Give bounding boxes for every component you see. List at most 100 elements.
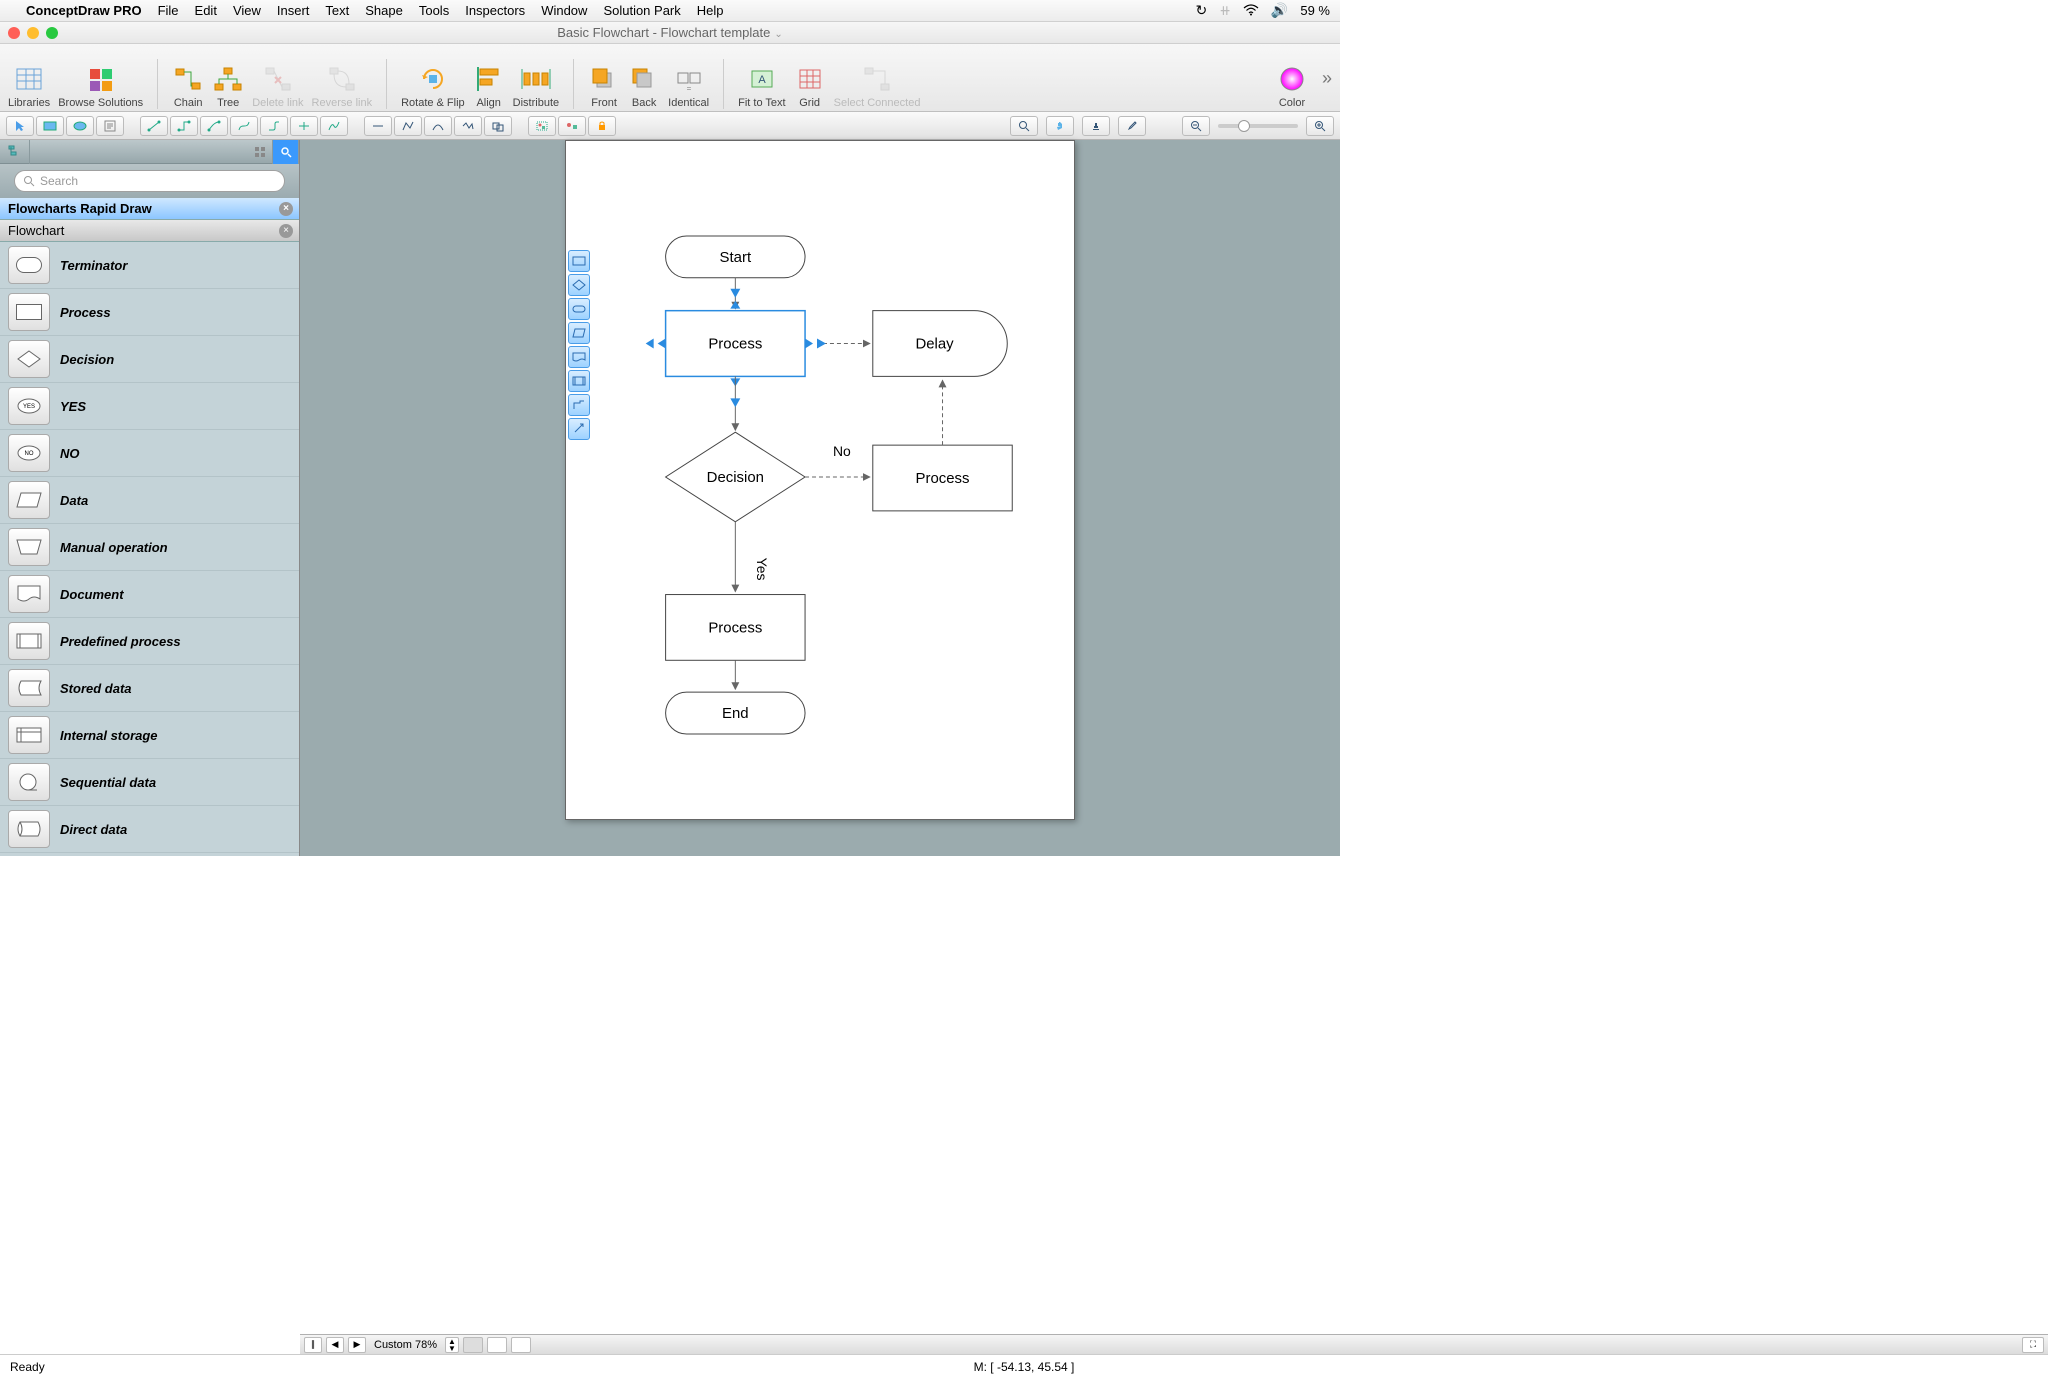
connector-spline[interactable] xyxy=(320,116,348,136)
maximize-button[interactable] xyxy=(46,27,58,39)
timemachine-icon[interactable]: ↻ xyxy=(1195,2,1207,19)
zoom-in-button[interactable] xyxy=(1306,116,1334,136)
grid-button[interactable]: Grid xyxy=(794,63,826,109)
rapiddraw-predefined[interactable] xyxy=(568,370,590,392)
reverse-link-button[interactable]: Reverse link xyxy=(312,63,373,109)
rotate-flip-button[interactable]: Rotate & Flip xyxy=(401,63,465,109)
nav-next[interactable]: ▶ xyxy=(348,1337,366,1353)
zoom-out-button[interactable] xyxy=(1182,116,1210,136)
toolbar-overflow-button[interactable]: » xyxy=(1322,68,1332,89)
zoom-level[interactable]: Custom 78% xyxy=(374,1339,437,1351)
connector-smart[interactable] xyxy=(170,116,198,136)
shape-item[interactable]: Data xyxy=(0,477,299,524)
zoom-tool[interactable] xyxy=(1010,116,1038,136)
line-tool[interactable] xyxy=(364,116,392,136)
zoom-slider[interactable] xyxy=(1218,124,1298,128)
polyline-tool[interactable] xyxy=(394,116,422,136)
pointer-tool[interactable] xyxy=(6,116,34,136)
page-tab-2[interactable] xyxy=(487,1337,507,1353)
text-tool[interactable] xyxy=(96,116,124,136)
color-button[interactable]: Color xyxy=(1276,63,1308,109)
stamp-tool[interactable] xyxy=(1082,116,1110,136)
group-tool[interactable] xyxy=(528,116,556,136)
identical-button[interactable]: = Identical xyxy=(668,63,709,109)
back-button[interactable]: Back xyxy=(628,63,660,109)
menu-inspectors[interactable]: Inspectors xyxy=(465,3,525,18)
connector-multi[interactable] xyxy=(290,116,318,136)
sidebar-search-tab[interactable] xyxy=(273,140,299,164)
menu-shape[interactable]: Shape xyxy=(365,3,403,18)
shape-item[interactable]: Sequential data xyxy=(0,759,299,806)
page-tab-1[interactable] xyxy=(463,1337,483,1353)
menu-tools[interactable]: Tools xyxy=(419,3,449,18)
page[interactable]: Start Process Delay xyxy=(565,140,1075,820)
sidebar-view-grid[interactable] xyxy=(247,140,273,164)
rapiddraw-decision[interactable] xyxy=(568,274,590,296)
shape-item[interactable]: Direct data xyxy=(0,806,299,853)
rapiddraw-document[interactable] xyxy=(568,346,590,368)
connector-round[interactable] xyxy=(260,116,288,136)
connector-arc[interactable] xyxy=(200,116,228,136)
distribute-button[interactable]: Distribute xyxy=(513,63,559,109)
shape-item[interactable]: Internal storage xyxy=(0,712,299,759)
ungroup-tool[interactable] xyxy=(558,116,586,136)
menu-window[interactable]: Window xyxy=(541,3,587,18)
browse-solutions-button[interactable]: Browse Solutions xyxy=(58,63,143,109)
delete-link-button[interactable]: Delete link xyxy=(252,63,303,109)
rapiddraw-arrow[interactable] xyxy=(568,418,590,440)
library-header-rapid-draw[interactable]: Flowcharts Rapid Draw × xyxy=(0,198,299,220)
rapiddraw-process[interactable] xyxy=(568,250,590,272)
rectangle-tool[interactable] xyxy=(36,116,64,136)
shape-combine-tool[interactable] xyxy=(484,116,512,136)
pan-tool[interactable] xyxy=(1046,116,1074,136)
canvas-area[interactable]: Start Process Delay xyxy=(300,140,1340,856)
curve-tool[interactable] xyxy=(424,116,452,136)
app-name[interactable]: ConceptDraw PRO xyxy=(26,3,142,18)
chain-button[interactable]: Chain xyxy=(172,63,204,109)
shape-item[interactable]: Predefined process xyxy=(0,618,299,665)
sidebar-tab-library[interactable] xyxy=(0,140,30,164)
document-title[interactable]: Basic Flowchart - Flowchart template⌄ xyxy=(557,25,783,40)
rapiddraw-connector[interactable] xyxy=(568,394,590,416)
nav-prev[interactable]: ◀ xyxy=(326,1337,344,1353)
menu-help[interactable]: Help xyxy=(697,3,724,18)
bluetooth-icon[interactable]: ⧺ xyxy=(1219,2,1231,19)
shape-item[interactable]: NONO xyxy=(0,430,299,477)
close-button[interactable] xyxy=(8,27,20,39)
align-button[interactable]: Align xyxy=(473,63,505,109)
battery-percent[interactable]: 59 % xyxy=(1300,3,1330,18)
shape-item[interactable]: Document xyxy=(0,571,299,618)
rapiddraw-data[interactable] xyxy=(568,322,590,344)
menu-view[interactable]: View xyxy=(233,3,261,18)
zoom-stepper[interactable]: ▲▼ xyxy=(445,1337,459,1353)
connector-direct[interactable] xyxy=(140,116,168,136)
shape-item[interactable]: Process xyxy=(0,289,299,336)
menu-solution-park[interactable]: Solution Park xyxy=(603,3,680,18)
shape-item[interactable]: Decision xyxy=(0,336,299,383)
menu-edit[interactable]: Edit xyxy=(195,3,217,18)
select-connected-button[interactable]: Select Connected xyxy=(834,63,921,109)
ellipse-tool[interactable] xyxy=(66,116,94,136)
nav-pause[interactable]: ∥ xyxy=(304,1337,322,1353)
library-header-flowchart[interactable]: Flowchart × xyxy=(0,220,299,242)
shape-item[interactable]: YESYES xyxy=(0,383,299,430)
page-tab-3[interactable] xyxy=(511,1337,531,1353)
fit-to-text-button[interactable]: A Fit to Text xyxy=(738,63,785,109)
tree-button[interactable]: Tree xyxy=(212,63,244,109)
front-button[interactable]: Front xyxy=(588,63,620,109)
close-icon[interactable]: × xyxy=(279,202,293,216)
menu-insert[interactable]: Insert xyxy=(277,3,310,18)
search-input[interactable]: Search xyxy=(14,170,285,192)
close-icon[interactable]: × xyxy=(279,224,293,238)
libraries-button[interactable]: Libraries xyxy=(8,63,50,109)
wifi-icon[interactable] xyxy=(1243,3,1259,19)
rapiddraw-terminator[interactable] xyxy=(568,298,590,320)
freeform-tool[interactable] xyxy=(454,116,482,136)
fit-page-icon[interactable]: ⛶ xyxy=(2022,1337,2044,1353)
minimize-button[interactable] xyxy=(27,27,39,39)
shape-item[interactable]: Manual operation xyxy=(0,524,299,571)
connector-bezier[interactable] xyxy=(230,116,258,136)
eyedropper-tool[interactable] xyxy=(1118,116,1146,136)
menu-text[interactable]: Text xyxy=(325,3,349,18)
shape-item[interactable]: Stored data xyxy=(0,665,299,712)
